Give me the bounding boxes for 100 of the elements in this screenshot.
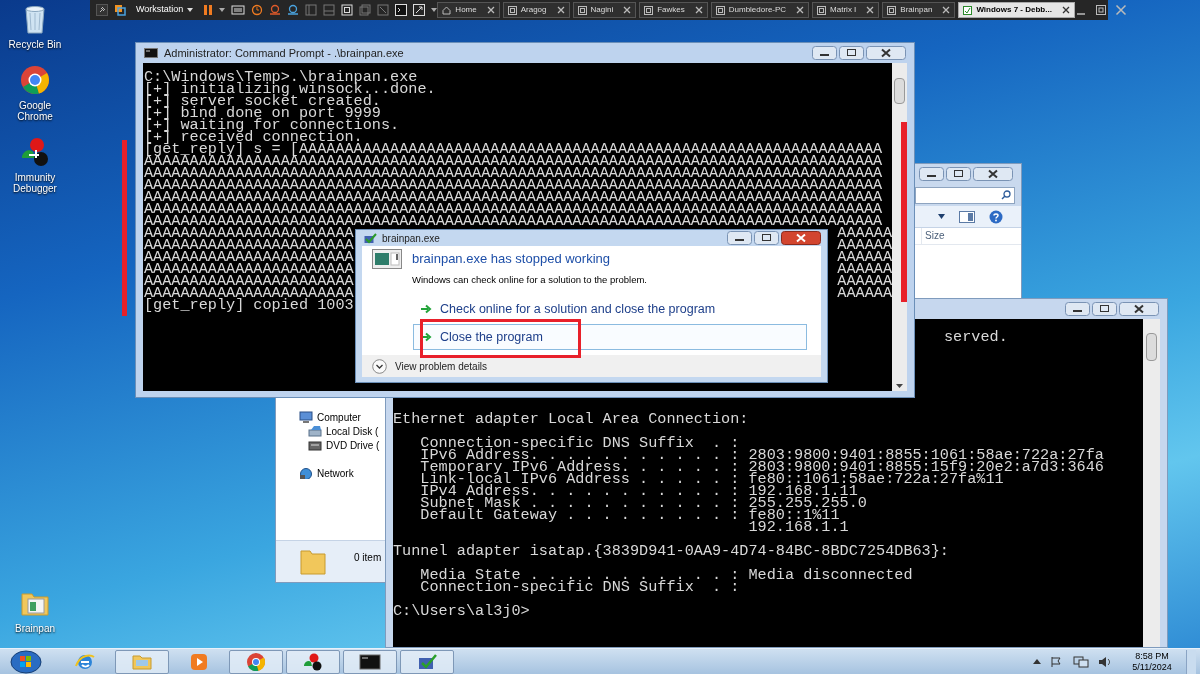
close-icon[interactable] [623, 6, 632, 14]
scrollbar[interactable] [1143, 319, 1160, 647]
close-icon[interactable] [796, 6, 805, 14]
arrow-icon [420, 304, 432, 315]
console-line: [+] received connection. [144, 131, 363, 143]
console-line: AAAAAAAAAAAAAAAAAAAAAAA [144, 287, 354, 299]
desktop-shortcut[interactable]: Immunity Debugger [2, 136, 68, 194]
start-orb-icon[interactable] [8, 649, 44, 674]
vm-tab[interactable]: Nagini [572, 2, 637, 18]
vm-logo-icon[interactable] [114, 4, 126, 16]
window-title: Administrator: Command Prompt - .\brainpan.exe [164, 45, 404, 61]
nav-item[interactable]: DVD Drive ( [276, 438, 385, 452]
item-count: 0 item [354, 551, 382, 565]
console-icon [144, 48, 158, 58]
maximize-button[interactable] [839, 46, 864, 60]
close-button[interactable] [1119, 302, 1159, 316]
chevron-up-icon[interactable] [1033, 659, 1041, 664]
close-button[interactable] [973, 167, 1013, 181]
terminal-icon[interactable] [395, 4, 408, 16]
minimize-button[interactable] [812, 46, 837, 60]
help-icon[interactable] [989, 209, 1003, 224]
caret-icon[interactable] [431, 8, 438, 12]
fit-window-icon[interactable] [341, 4, 354, 16]
maximize-button[interactable] [1092, 302, 1117, 316]
close-icon[interactable] [1061, 6, 1070, 14]
fullscreen-icon[interactable] [413, 4, 426, 16]
vm-tab[interactable]: Fawkes [639, 2, 708, 18]
scroll-down-icon[interactable] [896, 384, 903, 388]
console-line: AAAAAAAAAAAAAAAAAAAAAAA [144, 275, 354, 287]
pin-icon[interactable] [96, 4, 108, 16]
network-icon[interactable] [1073, 655, 1089, 668]
desktop-shortcut[interactable]: Recycle Bin [2, 3, 68, 50]
preview-pane-icon[interactable] [959, 210, 975, 223]
splat-logo-icon [302, 651, 324, 672]
nav-item[interactable]: Network [276, 466, 385, 480]
vm-tab[interactable]: Home [437, 2, 500, 18]
caret-icon[interactable] [219, 8, 226, 12]
console-line: Tunnel adapter isatap.{3839D941-0AA9-4D74-84BC-8BDC7254DB63}: [393, 545, 949, 557]
console-line: [+] initializing winsock...done. [144, 83, 436, 95]
command-link[interactable]: Close the program [413, 324, 807, 351]
console-line: AAAAAAAAAAAAAAAAAAAAAAA [144, 251, 354, 263]
close-button[interactable] [781, 231, 821, 245]
console-line: [get_reply] s = [AAAAAAAAAAAAAAAAAAAAAAAAAAAAAAAAAAAAAAAAAAAAAAAAAAAAAAAAAAAAAAAA [144, 143, 883, 155]
workstation-menu[interactable]: Workstation [132, 3, 198, 17]
details-toggle[interactable]: View problem details [362, 358, 488, 374]
console-line: AAAAAAAAAAAAAAAAAAAAAAAAAAAAAAAAAAAAAAAAAAAAAAAAAAAAAAAAAAAAAAAAAAAAAAAAAAAAAAAAA [144, 191, 883, 203]
minimize-button[interactable] [1065, 302, 1090, 316]
console-line: AAAAAA [837, 287, 892, 299]
stretch-view-icon[interactable] [359, 4, 372, 16]
taskbar-button[interactable] [286, 649, 340, 674]
console-line: AAAAAAAAAAAAAAAAAAAAAAA [144, 227, 354, 239]
command-link[interactable]: Check online for a solution and close the program [413, 296, 807, 323]
scrollbar-thumb[interactable] [894, 78, 905, 104]
taskbar-button[interactable] [343, 649, 397, 674]
flag-icon[interactable] [1050, 655, 1064, 668]
console-line: AAAAAA [837, 263, 892, 275]
close-icon[interactable] [942, 6, 951, 14]
split-view-icon[interactable] [323, 4, 336, 16]
vm-window-icon [715, 5, 725, 15]
close-icon[interactable] [486, 6, 495, 14]
maximize-button[interactable] [946, 167, 971, 181]
vm-tab[interactable]: Windows 7 - Debb... [958, 2, 1075, 18]
scrollbar-thumb[interactable] [1146, 333, 1157, 361]
minimize-button[interactable] [919, 167, 944, 181]
close-icon[interactable] [556, 6, 565, 14]
vm-tab[interactable]: Brainpan [882, 2, 956, 18]
speaker-icon[interactable] [1098, 655, 1112, 668]
restore-icon[interactable] [1094, 4, 1107, 16]
close-icon[interactable] [866, 6, 875, 14]
console-line: Ethernet adapter Local Area Connection: [393, 413, 749, 425]
caret-icon[interactable] [938, 214, 945, 219]
console-line: AAAAAAAAAAAAAAAAAAAAAAAAAAAAAAAAAAAAAAAAAAAAAAAAAAAAAAAAAAAAAAAAAAAAAAAAAAAAAAAAA [144, 167, 883, 179]
clock-time[interactable]: 8:58 PM [1135, 650, 1169, 662]
keyboard-icon[interactable] [231, 4, 246, 16]
vm-tab[interactable]: Dumbledore-PC [710, 2, 810, 18]
desktop-shortcut[interactable]: Google Chrome [2, 64, 68, 122]
dialog-message: Windows can check online for a solution to the problem. [411, 273, 648, 287]
console-line: served. [944, 331, 1008, 343]
console-line: Connection-specific DNS Suffix . : [419, 437, 740, 449]
console-icon [359, 651, 381, 672]
minimize-button[interactable] [727, 231, 752, 245]
vm-tab[interactable]: Aragog [502, 2, 570, 18]
clock-date[interactable]: 5/11/2024 [1132, 661, 1172, 673]
console-line: AAAAAA [837, 251, 892, 263]
nav-item[interactable]: Computer [276, 410, 385, 424]
vm-tab[interactable]: Matrix I [812, 2, 880, 18]
console-line: AAAAAAAAAAAAAAAAAAAAAAAAAAAAAAAAAAAAAAAAAAAAAAAAAAAAAAAAAAAAAAAAAAAAAAAAAAAAAAAAA [144, 155, 883, 167]
pause-icon[interactable] [203, 4, 214, 16]
column-header[interactable]: Size [921, 228, 1001, 244]
panel-view-icon[interactable] [305, 4, 318, 16]
arrow-icon [420, 332, 432, 343]
dialog-title: brainpan.exe [382, 231, 440, 246]
home-icon [442, 5, 452, 15]
search-field[interactable] [915, 186, 1015, 204]
clock-icon[interactable] [251, 4, 264, 16]
close-button[interactable] [866, 46, 906, 60]
nav-item[interactable]: Local Disk ( [276, 424, 385, 438]
splat-logo-icon [19, 136, 51, 168]
maximize-button[interactable] [754, 231, 779, 245]
close-icon[interactable] [694, 6, 703, 14]
